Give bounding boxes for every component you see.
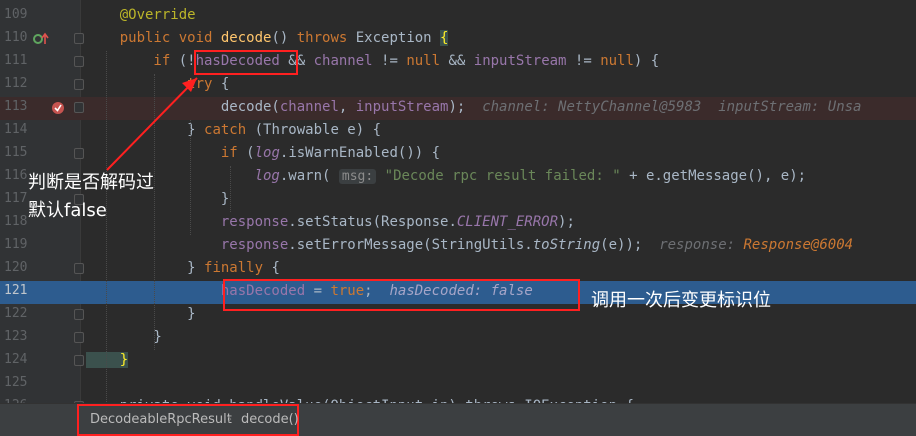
annotation-left-line1: 判断是否解码过 bbox=[28, 172, 154, 193]
annotation-left-line2: 默认false bbox=[28, 200, 107, 221]
breadcrumb-class[interactable]: DecodeableRpcResult bbox=[90, 412, 232, 427]
annotation-right: 调用一次后变更标识位 bbox=[591, 290, 771, 311]
code-editor[interactable]: 109 @Override 110 public void decode() th… bbox=[0, 0, 916, 403]
annotation-arrow bbox=[106, 77, 198, 171]
breadcrumb-bar: DecodeableRpcResult › decode() bbox=[0, 403, 916, 436]
breadcrumb-method[interactable]: decode() bbox=[241, 412, 299, 427]
breadcrumb-separator: › bbox=[227, 412, 233, 427]
